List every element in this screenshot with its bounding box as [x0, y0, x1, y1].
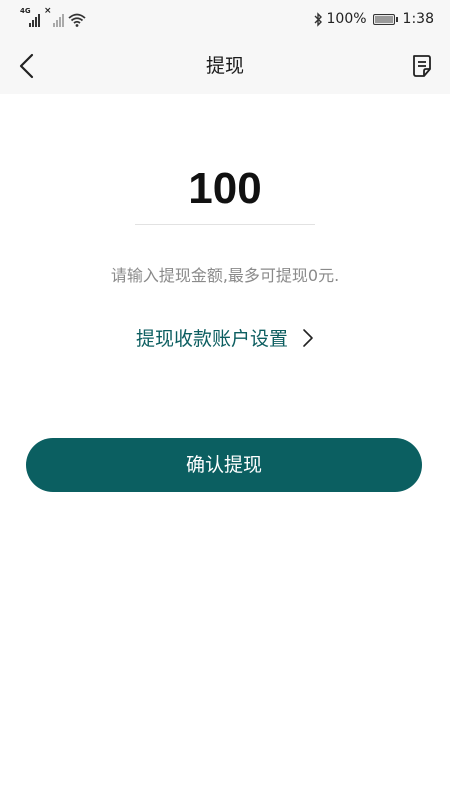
amount-input[interactable]	[135, 158, 315, 220]
clock: 1:38	[402, 11, 434, 27]
document-icon	[413, 55, 431, 77]
account-settings-link[interactable]: 提现收款账户设置	[0, 324, 450, 351]
confirm-withdraw-button[interactable]: 确认提现	[26, 438, 422, 492]
records-button[interactable]	[408, 52, 436, 80]
withdraw-hint: 请输入提现金额,最多可提现0元.	[110, 266, 340, 285]
chevron-right-icon	[303, 329, 313, 347]
amount-field	[135, 158, 315, 225]
no-signal-icon: ×	[44, 7, 64, 27]
nav-bar: 提现	[0, 38, 450, 94]
signal-icon: 4G	[20, 7, 40, 27]
wifi-icon	[68, 13, 86, 27]
page-title: 提现	[205, 55, 244, 77]
battery-icon	[372, 13, 398, 25]
battery-percent: 100%	[326, 11, 367, 27]
status-right: 100% 1:38	[313, 9, 434, 29]
status-bar: 4G × 100% 1:38	[0, 0, 450, 38]
account-settings-label: 提现收款账户设置	[135, 328, 288, 350]
bluetooth-icon	[314, 11, 322, 27]
status-left: 4G ×	[20, 7, 86, 27]
